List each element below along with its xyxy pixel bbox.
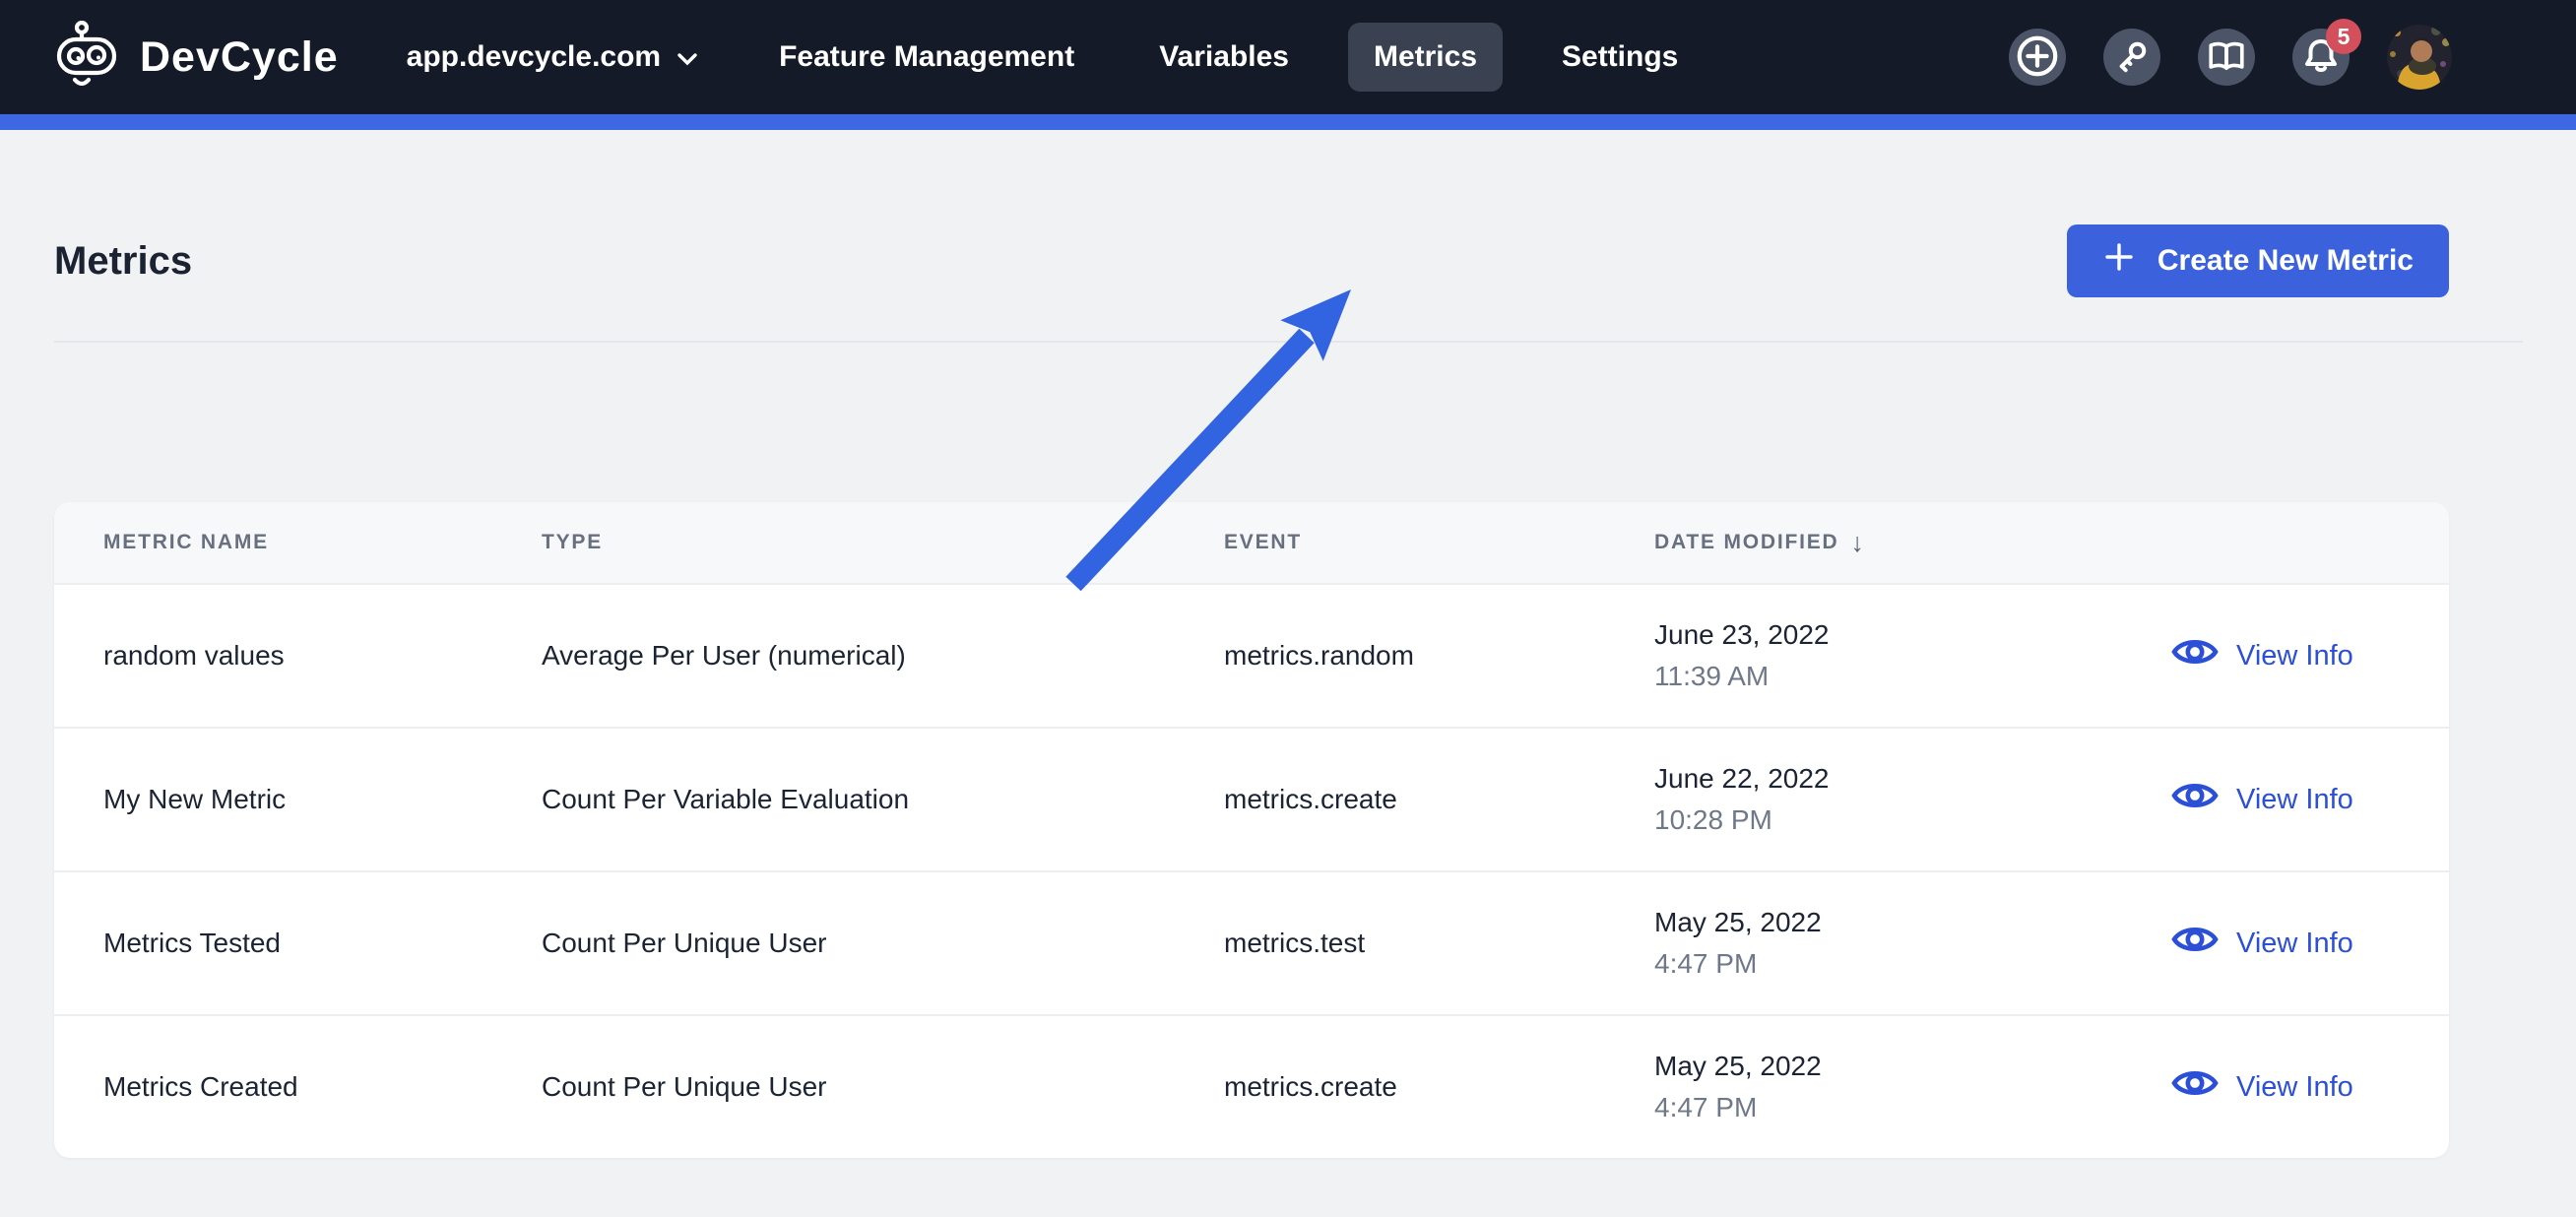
key-icon	[2113, 37, 2151, 78]
actions-cell: View Info	[2171, 634, 2449, 677]
column-date-modified[interactable]: DATE MODIFIED ↓	[1654, 528, 2171, 558]
chevron-down-icon	[676, 40, 698, 74]
view-info-link[interactable]: View Info	[2171, 778, 2449, 821]
date-modified-time: 4:47 PM	[1654, 948, 1758, 979]
metric-type-cell: Count Per Unique User	[542, 928, 827, 958]
header-divider	[54, 341, 2523, 343]
metric-name-cell: Metrics Created	[103, 1071, 298, 1102]
column-type[interactable]: TYPE	[542, 531, 1224, 554]
metric-type-cell: Count Per Variable Evaluation	[542, 784, 910, 814]
view-info-label: View Info	[2236, 783, 2353, 815]
date-modified-date: June 23, 2022	[1654, 619, 1830, 650]
nav-feature-management[interactable]: Feature Management	[779, 23, 1074, 92]
actions-cell: View Info	[2171, 1065, 2449, 1109]
primary-nav: Feature Management Variables Metrics Set…	[779, 23, 1678, 92]
metrics-table: METRIC NAME TYPE EVENT DATE MODIFIED ↓ r…	[54, 502, 2449, 1158]
view-info-label: View Info	[2236, 639, 2353, 672]
nav-variables[interactable]: Variables	[1159, 23, 1289, 92]
org-selector-label: app.devcycle.com	[406, 40, 662, 73]
brand-name: DevCycle	[140, 32, 339, 81]
view-info-label: View Info	[2236, 927, 2353, 959]
accent-bar	[0, 114, 2576, 130]
date-modified-time: 4:47 PM	[1654, 1092, 1758, 1122]
date-modified-date: May 25, 2022	[1654, 907, 1822, 937]
metric-name-cell: My New Metric	[103, 784, 287, 814]
brand[interactable]: DevCycle	[55, 20, 339, 95]
date-modified-cell: June 23, 2022 11:39 AM	[1654, 619, 2171, 692]
plus-circle-icon	[2015, 33, 2060, 82]
table-row: Metrics Tested Count Per Unique User met…	[54, 870, 2449, 1014]
main-content: Metrics Create New Metric METRIC NAME TY…	[0, 130, 2576, 1158]
avatar[interactable]	[2387, 25, 2452, 90]
plus-icon	[2102, 240, 2136, 282]
notification-badge: 5	[2326, 19, 2361, 54]
table-row: My New Metric Count Per Variable Evaluat…	[54, 727, 2449, 870]
metric-event-cell: metrics.test	[1224, 928, 1366, 958]
actions-cell: View Info	[2171, 778, 2449, 821]
avatar-image	[2387, 25, 2452, 90]
org-selector[interactable]: app.devcycle.com	[407, 40, 698, 74]
metric-event-cell: metrics.create	[1224, 1071, 1397, 1102]
column-metric-name[interactable]: METRIC NAME	[103, 531, 542, 554]
create-new-metric-label: Create New Metric	[2157, 244, 2414, 277]
eye-icon	[2171, 778, 2219, 821]
date-modified-cell: May 25, 2022 4:47 PM	[1654, 907, 2171, 980]
docs-button[interactable]	[2198, 29, 2255, 86]
sort-desc-icon: ↓	[1850, 527, 1865, 557]
eye-icon	[2171, 1065, 2219, 1109]
api-keys-button[interactable]	[2103, 29, 2160, 86]
table-header-row: METRIC NAME TYPE EVENT DATE MODIFIED ↓	[54, 502, 2449, 583]
metric-event-cell: metrics.random	[1224, 640, 1414, 671]
date-modified-date: June 22, 2022	[1654, 763, 1830, 794]
view-info-label: View Info	[2236, 1070, 2353, 1103]
date-modified-date: May 25, 2022	[1654, 1051, 1822, 1081]
table-row: random values Average Per User (numerica…	[54, 583, 2449, 727]
view-info-link[interactable]: View Info	[2171, 922, 2449, 965]
date-modified-time: 10:28 PM	[1654, 804, 1772, 835]
actions-cell: View Info	[2171, 922, 2449, 965]
notifications-button[interactable]: 5	[2292, 19, 2361, 86]
page-header: Metrics Create New Metric	[54, 130, 2449, 297]
eye-icon	[2171, 634, 2219, 677]
metric-type-cell: Count Per Unique User	[542, 1071, 827, 1102]
add-button[interactable]	[2009, 29, 2066, 86]
metric-name-cell: Metrics Tested	[103, 928, 281, 958]
nav-settings[interactable]: Settings	[1562, 23, 1678, 92]
devcycle-logo-icon	[55, 20, 118, 95]
metric-name-cell: random values	[103, 640, 285, 671]
metric-type-cell: Average Per User (numerical)	[542, 640, 906, 671]
date-modified-time: 11:39 AM	[1654, 661, 1770, 691]
column-event[interactable]: EVENT	[1224, 531, 1654, 554]
book-icon	[2207, 39, 2246, 76]
view-info-link[interactable]: View Info	[2171, 634, 2449, 677]
date-modified-cell: June 22, 2022 10:28 PM	[1654, 763, 2171, 836]
date-modified-cell: May 25, 2022 4:47 PM	[1654, 1051, 2171, 1123]
view-info-link[interactable]: View Info	[2171, 1065, 2449, 1109]
navbar-actions: 5	[2009, 19, 2452, 90]
nav-metrics[interactable]: Metrics	[1347, 23, 1503, 92]
metric-event-cell: metrics.create	[1224, 784, 1397, 814]
table-row: Metrics Created Count Per Unique User me…	[54, 1014, 2449, 1158]
page-title: Metrics	[54, 238, 193, 283]
create-new-metric-button[interactable]: Create New Metric	[2066, 224, 2449, 297]
eye-icon	[2171, 922, 2219, 965]
table-body: random values Average Per User (numerica…	[54, 583, 2449, 1158]
top-navbar: DevCycle app.devcycle.com Feature Manage…	[0, 0, 2576, 114]
